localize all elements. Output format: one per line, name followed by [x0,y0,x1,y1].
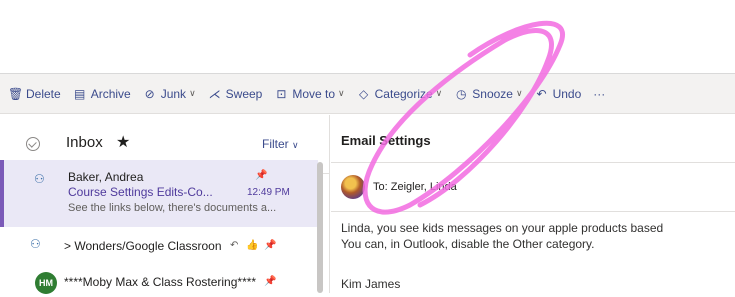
chevron-down-icon: ∨ [292,140,299,150]
sweep-icon: ⋌ [208,86,221,101]
reading-pane: Email Settings To: Zeigler, Linda Linda,… [331,115,735,293]
categorize-label: Categorize [374,86,433,101]
chevron-down-icon: ∨ [338,88,345,98]
pin-icon[interactable]: 📌 [264,276,276,287]
message-thread-title: ****Moby Max & Class Rostering**** [64,275,257,289]
undo-button[interactable]: ↶ Undo [535,87,582,101]
junk-label: Junk [160,86,187,101]
reply-icon[interactable]: ↶ [230,240,238,251]
sweep-button[interactable]: ⋌ Sweep [208,87,263,101]
email-body-line: You can, in Outlook, disable the Other c… [341,237,595,251]
undo-label: Undo [552,86,582,101]
undo-icon: ↶ [536,86,547,101]
delete-button[interactable]: 🗑 Delete [8,87,61,101]
archive-icon: ▤ [74,86,86,101]
email-subject-title: Email Settings [341,133,431,148]
archive-label: Archive [90,86,131,101]
avatar: HM [35,272,57,294]
email-body-line: Linda, you see kids messages on your app… [341,221,664,235]
list-item[interactable]: ⚇ > Wonders/Google Classroon ↶ 👍 📌 [0,227,318,267]
chevron-down-icon: ∨ [515,88,523,98]
categorize-button[interactable]: ◇ Categorize ∨ [357,86,443,101]
junk-button[interactable]: ⊘ Junk ∨ [143,87,196,101]
pin-icon[interactable]: 📌 [255,170,267,181]
clock-icon: ◷ [456,86,467,101]
trash-icon: 🗑 [8,86,24,101]
command-toolbar: 🗑 Delete ▤ Archive ⊘ Junk ∨ ⋌ Sweep ⊡ Move to ∨… [0,74,735,114]
snooze-label: Snooze [472,86,513,101]
list-scrollbar[interactable] [317,162,323,293]
more-actions-button[interactable]: ··· [593,87,605,101]
message-preview: See the links below, there's documents a… [68,202,277,214]
like-icon[interactable]: 👍 [246,240,258,251]
message-thread-title: > Wonders/Google Classroon [64,239,222,253]
pin-icon[interactable]: 📌 [264,240,276,251]
message-subject: Course Settings Edits-Co... [68,185,213,199]
filter-button[interactable]: Filter ∨ [262,137,299,151]
archive-button[interactable]: ▤ Archive [73,87,131,101]
snooze-button[interactable]: ◷ Snooze ∨ [454,86,523,101]
message-list-pane: Inbox ★ Filter ∨ ⚇ Baker, Andrea 📌 Cours… [0,115,330,294]
chevron-down-icon: ∨ [189,88,196,98]
list-item[interactable]: ⚇ Baker, Andrea 📌 Course Settings Edits-… [0,160,318,227]
move-to-button[interactable]: ⊡ Move to ∨ [274,87,344,101]
divider [331,211,735,212]
chevron-down-icon: ∨ [435,88,443,98]
move-to-label: Move to [292,86,336,101]
sweep-label: Sweep [225,86,263,101]
tag-icon: ◇ [359,86,369,101]
message-sender: Baker, Andrea [68,170,144,184]
divider [331,162,735,163]
email-signature: Kim James [341,277,401,291]
avatar[interactable] [341,175,365,199]
move-icon: ⊡ [276,86,287,101]
filter-label: Filter [262,137,289,151]
message-time: 12:49 PM [247,187,290,198]
group-avatar-icon: ⚇ [30,237,41,251]
favorite-star-icon[interactable]: ★ [116,132,130,152]
junk-icon: ⊘ [144,86,155,101]
app-header-area [0,0,735,74]
recipient-line: To: Zeigler, Linda [373,181,457,193]
folder-title: Inbox [66,134,103,151]
delete-label: Delete [26,86,61,101]
group-avatar-icon: ⚇ [34,172,45,186]
check-circle-icon[interactable] [26,137,40,151]
